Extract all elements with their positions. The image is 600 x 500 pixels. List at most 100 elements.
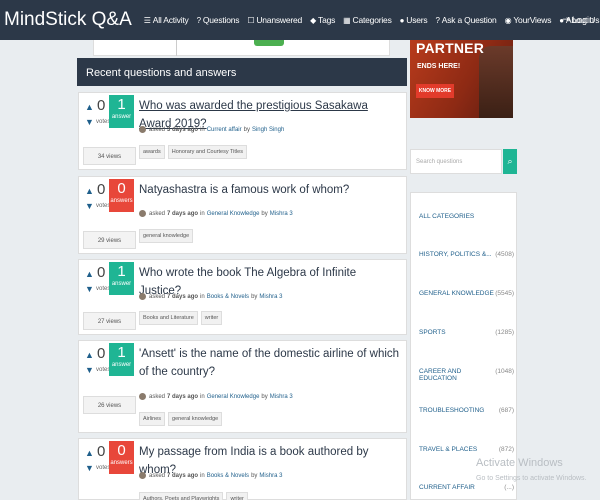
author-link[interactable]: Mishra 3 [259,294,282,300]
tag-list: Books and Literature writer [139,311,225,325]
category-name: ALL CATEGORIES [419,213,475,220]
category-item[interactable]: CAREER AND EDUCATION (1048) [419,368,514,382]
category-link[interactable]: Current affair [207,127,242,133]
category-count: (...) [504,484,514,491]
by-label: by [261,210,268,217]
downvote-icon[interactable]: ▼ [85,201,94,211]
ad-button[interactable]: KNOW MORE [416,84,454,98]
answer-count-box[interactable]: 0 answers [109,179,134,212]
asked-label: asked [149,210,166,217]
tag-chip[interactable]: writer [200,311,223,325]
author-link[interactable]: Mishra 3 [270,394,293,400]
search-button[interactable]: ⌕ [503,149,517,174]
tag-chip[interactable]: Honorary and Courtesy Titles [167,145,247,159]
tag-chip[interactable]: Authors, Poets and Playwrights [139,492,224,500]
tag-chip[interactable]: Books and Literature [139,311,198,325]
search-input[interactable]: Search questions [410,149,502,174]
ad-subtitle: ENDS HERE! [417,63,461,70]
yourviews-icon: ◉ [504,15,512,25]
question-card: ▲ 0 ▼ votes 0 answers 29 views Natyashastra is … [78,176,407,254]
tag-chip[interactable]: awards [139,145,165,159]
upvote-icon[interactable]: ▲ [85,448,94,458]
question-meta: asked 7 days ago in General Knowledge by Mish… [139,210,295,217]
answer-count-box[interactable]: 1 answer [109,262,134,295]
vote-count: 0 [97,264,106,281]
category-item[interactable]: SPORTS (1285) [419,329,514,336]
avatar[interactable] [139,393,146,400]
category-item[interactable]: GENERAL KNOWLEDGE (5545) [419,290,514,297]
tag-chip[interactable]: general knowledge [139,229,194,243]
category-item[interactable]: TROUBLESHOOTING (687) [419,407,514,414]
view-count: 26 views [83,396,136,414]
avatar[interactable] [139,210,146,217]
nav-item-label: Categories [352,15,392,25]
downvote-icon[interactable]: ▼ [85,117,94,127]
avatar[interactable] [139,472,146,479]
nav-item-questions[interactable]: ? Questions [197,15,240,25]
login-label: Login [571,14,594,25]
asked-label: asked [149,472,166,479]
category-name: SPORTS [419,329,446,336]
login-link[interactable]: ⇥ Login [562,14,594,25]
nav-item-users[interactable]: ● Users [400,15,428,25]
by-label: by [243,126,250,133]
nav-item-yourviews[interactable]: ◉ YourViews [505,15,552,25]
upvote-icon[interactable]: ▲ [85,102,94,112]
vote-count: 0 [97,443,106,460]
avatar[interactable] [139,126,146,133]
nav-item-tags[interactable]: ◆ Tags [310,15,335,25]
category-count: (4508) [495,251,514,258]
ask-icon: ? [435,15,440,25]
banner-green-button[interactable] [254,40,284,46]
answer-count-box[interactable]: 1 answer [109,343,134,376]
category-count: (1285) [495,329,514,336]
vote-count: 0 [97,345,106,362]
top-navbar: MindStick Q&A ☰ All Activity ? Questions ☐ Un… [0,0,600,40]
view-count: 29 views [83,231,136,249]
site-logo[interactable]: MindStick Q&A [4,9,132,31]
author-link[interactable]: Singh Singh [252,127,284,133]
tag-chip[interactable]: Airlines [139,412,166,426]
avatar[interactable] [139,293,146,300]
downvote-icon[interactable]: ▼ [85,463,94,473]
question-card: ▲ 0 ▼ votes 1 answer 26 views 'Ansett' is the n… [78,340,407,433]
answer-count-box[interactable]: 0 answers [109,441,134,474]
upvote-icon[interactable]: ▲ [85,350,94,360]
in-label: in [200,126,205,133]
category-count: (5545) [495,290,514,297]
downvote-icon[interactable]: ▼ [85,365,94,375]
users-icon: ● [399,15,405,25]
category-link[interactable]: Books & Novels [207,473,249,479]
category-link[interactable]: General Knowledge [207,211,260,217]
tag-list: general knowledge [139,229,196,243]
category-item[interactable]: CURRENT AFFAIR (...) [419,484,514,491]
tag-list: Airlines general knowledge [139,412,225,426]
upvote-icon[interactable]: ▲ [85,186,94,196]
nav-item-ask-a-question[interactable]: ? Ask a Question [435,15,496,25]
category-item[interactable]: ALL CATEGORIES [419,213,514,220]
category-item[interactable]: TRAVEL & PLACES (872) [419,446,514,453]
in-label: in [200,472,205,479]
nav-item-categories[interactable]: ▦ Categories [343,15,392,25]
category-name: GENERAL KNOWLEDGE [419,290,494,297]
advertisement[interactable]: PARTNER ENDS HERE! KNOW MORE [410,40,513,118]
tag-chip[interactable]: writer [226,492,248,500]
question-title-link[interactable]: 'Ansett' is the name of the domestic air… [139,345,401,381]
question-title-link[interactable]: Natyashastra is a famous work of whom? [139,181,401,199]
in-label: in [200,210,205,217]
tag-chip[interactable]: general knowledge [168,412,223,426]
author-link[interactable]: Mishra 3 [270,211,293,217]
category-link[interactable]: General Knowledge [207,394,260,400]
view-count: 27 views [83,312,136,330]
answer-count-box[interactable]: 1 answer [109,95,134,128]
upvote-icon[interactable]: ▲ [85,269,94,279]
nav-item-label: Users [406,15,428,25]
author-link[interactable]: Mishra 3 [259,473,282,479]
category-item[interactable]: HISTORY, POLITICS &... (4508) [419,251,514,258]
nav-item-unanswered[interactable]: ☐ Unanswered [247,15,302,25]
question-card: ▲ 0 ▼ votes 1 answer 34 views Who was awarded t… [78,92,407,170]
by-label: by [251,293,258,300]
downvote-icon[interactable]: ▼ [85,284,94,294]
category-link[interactable]: Books & Novels [207,294,249,300]
nav-item-all-activity[interactable]: ☰ All Activity [144,15,189,25]
